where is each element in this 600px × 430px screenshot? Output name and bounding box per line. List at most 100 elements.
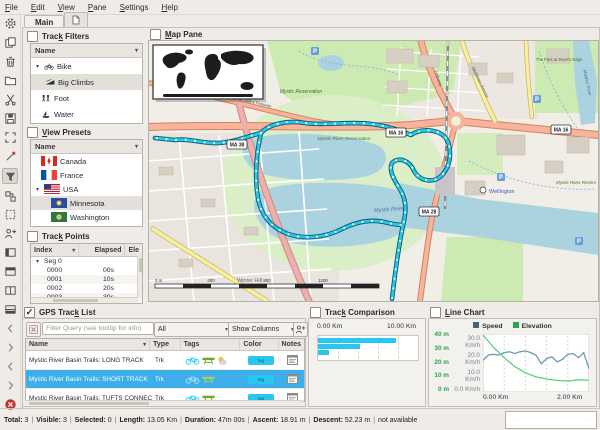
horizontal-scrollbar[interactable]	[31, 297, 138, 303]
add-person-button[interactable]	[293, 322, 308, 337]
add-person-icon	[295, 324, 306, 335]
collapse-left-icon[interactable]	[3, 322, 17, 336]
point-row-2[interactable]: 0002 20s	[31, 284, 142, 293]
filter-icon[interactable]	[2, 168, 18, 184]
panel-top-icon[interactable]	[3, 265, 17, 279]
filter-query-input[interactable]	[42, 322, 154, 335]
x-max-label: 2.00 Km	[557, 394, 582, 401]
map-pane-checkbox[interactable]	[150, 29, 161, 40]
elevation-tick: 0 m	[431, 386, 449, 393]
panel-rows-icon[interactable]	[3, 303, 17, 317]
horizontal-scrollbar[interactable]	[25, 400, 303, 405]
expander-icon[interactable]: ▾	[34, 186, 41, 193]
track-name: Mystic River Basin Trails: SHORT TRACK	[29, 376, 148, 383]
preset-minnesota[interactable]: Minnesota	[31, 196, 142, 210]
segment-row[interactable]: ▾Seg 0	[31, 257, 142, 266]
track-row-long[interactable]: Mystic River Basin Trails: LONG TRACK Tr…	[26, 351, 304, 370]
notes-icon[interactable]	[287, 355, 298, 365]
menu-settings[interactable]: Settings	[120, 3, 149, 12]
point-row-0[interactable]: 0000 00s	[31, 266, 142, 275]
point-row-1[interactable]: 0001 10s	[31, 275, 142, 284]
select-region-icon[interactable]	[3, 208, 17, 222]
gps-track-list-checkbox[interactable]: ✓	[24, 307, 35, 318]
col-ele: Ele	[128, 247, 139, 254]
track-points-box: Index▾ Elapsed Ele ▾Seg 0 0000 00s 0001 …	[30, 243, 143, 304]
col-type: Type	[153, 341, 169, 348]
preset-washington[interactable]: Washington	[31, 210, 142, 224]
label-reservation-right: Mystic River Reserv	[556, 180, 597, 185]
panel-columns-icon[interactable]	[3, 284, 17, 298]
clear-filter-button[interactable]	[26, 322, 41, 337]
segment-label: Seg 0	[44, 258, 62, 265]
menu-file[interactable]: File	[5, 3, 18, 12]
gps-table-header[interactable]: Name▾ Type Tags Color Notes	[26, 339, 304, 351]
elevation-tick: 30 m	[431, 345, 449, 352]
map-view[interactable]: P P P P MA 38 MA 16 MA 16 MA 28 Mystic R…	[148, 40, 599, 302]
vertical-scrollbar[interactable]	[137, 256, 142, 298]
line-chart-checkbox[interactable]	[430, 307, 441, 318]
track-comparison-checkbox[interactable]	[310, 307, 321, 318]
svg-text:800: 800	[263, 278, 271, 283]
tree-item-foot[interactable]: Foot	[31, 90, 142, 106]
notes-icon[interactable]	[287, 374, 298, 384]
preset-usa[interactable]: ▾ USA	[31, 182, 142, 196]
menu-help[interactable]: Help	[162, 3, 178, 12]
speed-tick: 10.0 Km/h	[451, 369, 480, 383]
view-presets-checkbox[interactable]	[27, 127, 38, 138]
track-row-tufts[interactable]: Mystic River Basin Trails: TUFTS CONNECT…	[26, 389, 304, 408]
gps-track-table: Name▾ Type Tags Color Notes Mystic River…	[25, 338, 305, 402]
expand-right-icon[interactable]	[3, 341, 17, 355]
trash-icon[interactable]	[3, 55, 17, 69]
group-icon[interactable]	[3, 189, 17, 203]
track-filters-checkbox[interactable]	[27, 31, 38, 42]
bike-tag-icon	[185, 374, 200, 384]
folder-icon[interactable]	[3, 74, 17, 88]
menu-pane[interactable]: Pane	[88, 3, 107, 12]
preset-france[interactable]: France	[31, 168, 142, 182]
comparison-bar	[318, 350, 329, 355]
track-filters-column-header[interactable]: Name▾	[31, 44, 142, 58]
svg-text:0 m: 0 m	[155, 278, 163, 283]
tree-item-water[interactable]: Water	[31, 106, 142, 122]
track-points-title: Track Points	[42, 232, 90, 241]
world-overview-inset[interactable]	[153, 45, 266, 102]
sort-arrow-icon: ▾	[135, 143, 138, 150]
track-row-short[interactable]: Mystic River Basin Trails: SHORT TRACK T…	[26, 370, 304, 389]
view-presets-column-header[interactable]: Name▾	[31, 140, 142, 154]
expand-right-icon-2[interactable]	[3, 379, 17, 393]
collapse-left-icon-2[interactable]	[3, 360, 17, 374]
tree-item-bike[interactable]: ▾ Bike	[31, 58, 142, 74]
svg-text:P: P	[499, 175, 503, 181]
preset-canada[interactable]: Canada	[31, 154, 142, 168]
speed-tick: 20.0 Km/h	[451, 352, 480, 366]
legend-speed: Speed	[473, 322, 502, 330]
save-icon[interactable]	[3, 112, 17, 126]
gear-icon[interactable]	[3, 17, 17, 31]
type-filter-combo[interactable]: All▾	[154, 322, 232, 337]
menu-view[interactable]: View	[58, 3, 75, 12]
left-toolbar	[0, 14, 21, 411]
point-elapsed: 00s	[80, 267, 114, 274]
column-name: Name	[35, 46, 55, 55]
flag-canada-icon	[41, 156, 57, 166]
new-tab-button[interactable]	[64, 12, 88, 28]
add-person-icon[interactable]	[3, 227, 17, 241]
panel-left-icon[interactable]	[3, 246, 17, 260]
color-swatch[interactable]: tag	[248, 375, 274, 384]
show-columns-combo[interactable]: Show Columns▾	[228, 322, 298, 337]
wand-icon[interactable]	[3, 149, 17, 163]
expander-icon[interactable]: ▾	[34, 63, 41, 70]
col-name: Name	[29, 341, 48, 348]
menu-edit[interactable]: Edit	[31, 3, 45, 12]
track-points-columns[interactable]: Index▾ Elapsed Ele	[31, 244, 142, 257]
cut-icon[interactable]	[3, 93, 17, 107]
col-color: Color	[243, 341, 261, 348]
tree-item-big-climbs[interactable]: Big Climbs	[31, 74, 142, 90]
color-swatch[interactable]: tag	[248, 356, 274, 365]
track-points-checkbox[interactable]	[27, 231, 38, 242]
preset-label: USA	[63, 185, 78, 194]
copy-icon[interactable]	[3, 36, 17, 50]
fit-view-icon[interactable]	[3, 131, 17, 145]
label-wellington: Wellington	[489, 189, 515, 195]
legend-elevation: Elevation	[513, 322, 552, 330]
